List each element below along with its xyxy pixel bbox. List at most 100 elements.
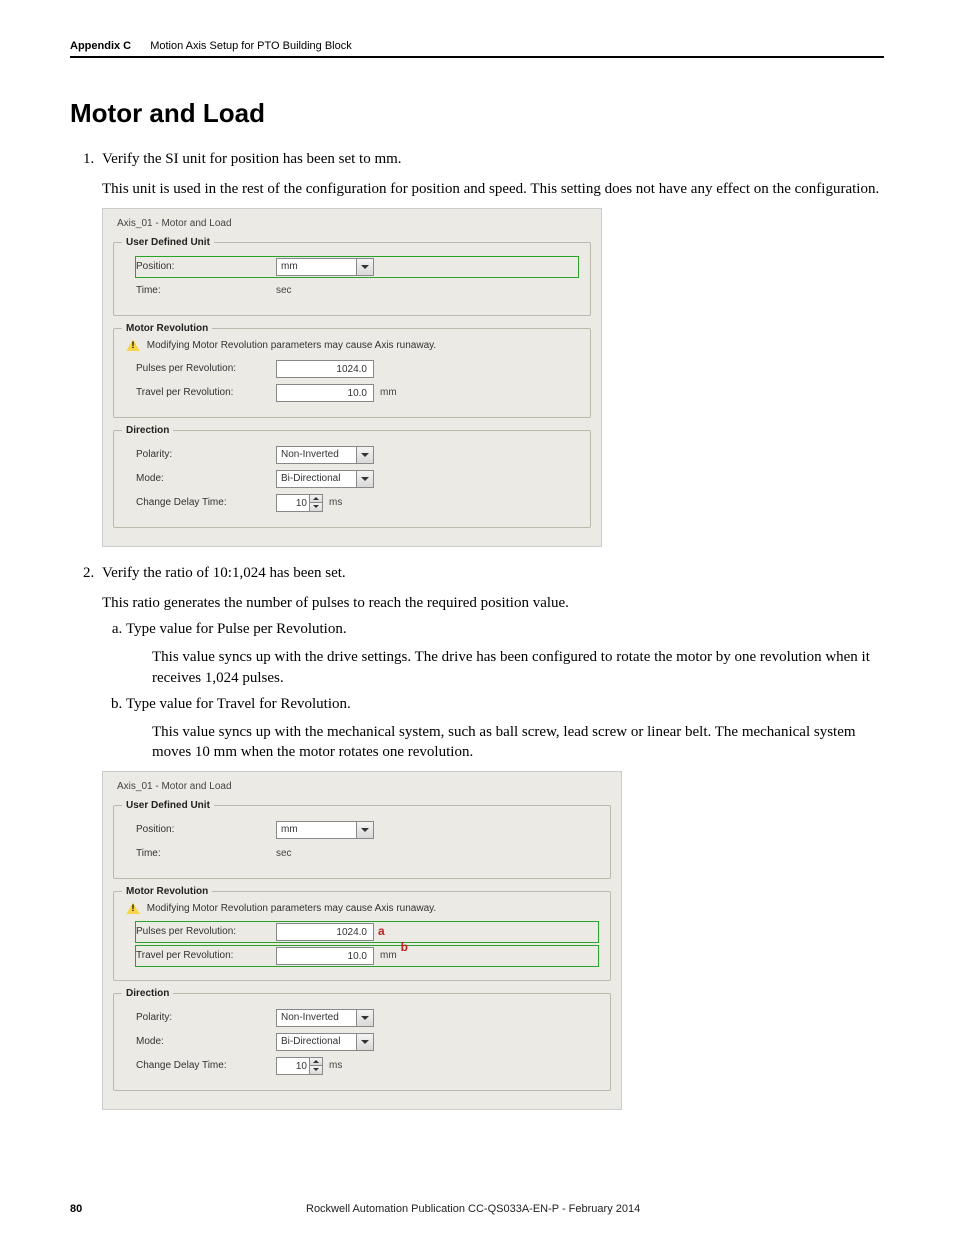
pulses-label: Pulses per Revolution: [136, 362, 276, 376]
time-label: Time: [136, 284, 276, 298]
mode-label: Mode: [136, 1035, 276, 1049]
chevron-down-icon[interactable] [356, 822, 373, 838]
group-motor-revolution: Motor Revolution ! Modifying Motor Revol… [113, 891, 611, 981]
delay-label: Change Delay Time: [136, 1059, 276, 1073]
group-title-mrev: Motor Revolution [122, 885, 212, 899]
time-value: sec [276, 847, 292, 861]
position-label: Position: [136, 260, 276, 274]
spinner-up-icon[interactable] [310, 495, 322, 504]
page-number: 80 [70, 1203, 82, 1215]
group-title-udu: User Defined Unit [122, 799, 214, 813]
delay-label: Change Delay Time: [136, 496, 276, 510]
pulses-row: Pulses per Revolution: 1024.0 [136, 359, 578, 379]
polarity-row: Polarity: Non-Inverted [136, 445, 578, 465]
travel-unit: mm [380, 386, 397, 400]
travel-unit: mm [380, 949, 397, 963]
time-row: Time: sec [136, 281, 578, 301]
page-header: Appendix C Motion Axis Setup for PTO Bui… [70, 40, 884, 58]
chevron-down-icon[interactable] [356, 1010, 373, 1026]
warning-icon: ! [126, 902, 140, 914]
pulses-row: Pulses per Revolution: 1024.0 a [136, 922, 598, 942]
appendix-label: Appendix C [70, 40, 131, 52]
mode-label: Mode: [136, 472, 276, 486]
pulses-input[interactable]: 1024.0 [276, 923, 374, 941]
warning-text: Modifying Motor Revolution parameters ma… [147, 903, 436, 914]
publication-line: Rockwell Automation Publication CC-QS033… [82, 1203, 864, 1215]
panel-title: Axis_01 - Motor and Load [117, 217, 591, 231]
delay-value[interactable]: 10 [276, 494, 310, 512]
group-title-mrev: Motor Revolution [122, 322, 212, 336]
spinner-down-icon[interactable] [310, 503, 322, 511]
delay-spinner[interactable]: 10 [276, 1057, 323, 1075]
delay-spinner[interactable]: 10 [276, 494, 323, 512]
group-title-direction: Direction [122, 424, 173, 438]
travel-label: Travel per Revolution: [136, 386, 276, 400]
group-motor-revolution: Motor Revolution ! Modifying Motor Revol… [113, 328, 591, 418]
time-value: sec [276, 284, 292, 298]
travel-row: Travel per Revolution: 10.0 mm [136, 383, 578, 403]
polarity-select[interactable]: Non-Inverted [276, 1009, 374, 1027]
group-direction: Direction Polarity: Non-Inverted Mode: B… [113, 993, 611, 1091]
position-label: Position: [136, 823, 276, 837]
step-2a: Type value for Pulse per Revolution. Thi… [126, 619, 884, 688]
delay-unit: ms [329, 496, 342, 510]
delay-row: Change Delay Time: 10 ms [136, 1056, 598, 1076]
motor-load-panel-2: Axis_01 - Motor and Load User Defined Un… [102, 771, 622, 1110]
travel-input[interactable]: 10.0 [276, 384, 374, 402]
warning-icon: ! [126, 339, 140, 351]
position-select[interactable]: mm [276, 258, 374, 276]
section-heading: Motor and Load [70, 98, 884, 129]
chevron-down-icon[interactable] [356, 1034, 373, 1050]
polarity-select[interactable]: Non-Inverted [276, 446, 374, 464]
step-2-lead: Verify the ratio of 10:1,024 has been se… [102, 565, 346, 581]
step-2b-desc: This value syncs up with the mechanical … [152, 722, 884, 763]
polarity-row: Polarity: Non-Inverted [136, 1008, 598, 1028]
delay-row: Change Delay Time: 10 ms [136, 493, 578, 513]
delay-value[interactable]: 10 [276, 1057, 310, 1075]
mode-row: Mode: Bi-Directional [136, 1032, 598, 1052]
group-user-defined-unit: User Defined Unit Position: mm Time: sec [113, 242, 591, 316]
travel-label: Travel per Revolution: [136, 949, 276, 963]
group-title-udu: User Defined Unit [122, 236, 214, 250]
chevron-down-icon[interactable] [356, 259, 373, 275]
polarity-select-value: Non-Inverted [281, 448, 339, 462]
warning-row: ! Modifying Motor Revolution parameters … [126, 902, 598, 916]
position-select[interactable]: mm [276, 821, 374, 839]
position-row: Position: mm [136, 257, 578, 277]
spinner-up-icon[interactable] [310, 1058, 322, 1067]
travel-row: Travel per Revolution: 10.0 mm b [136, 946, 598, 966]
step-2b-lead: Type value for Travel for Revolution. [126, 696, 351, 712]
group-user-defined-unit: User Defined Unit Position: mm Time: sec [113, 805, 611, 879]
group-direction: Direction Polarity: Non-Inverted Mode: B… [113, 430, 591, 528]
chevron-down-icon[interactable] [356, 447, 373, 463]
mode-select-value: Bi-Directional [281, 472, 340, 486]
panel-title: Axis_01 - Motor and Load [117, 780, 611, 794]
polarity-select-value: Non-Inverted [281, 1011, 339, 1025]
page-footer: 80 Rockwell Automation Publication CC-QS… [70, 1203, 884, 1215]
mode-select-value: Bi-Directional [281, 1035, 340, 1049]
delay-unit: ms [329, 1059, 342, 1073]
callout-b: b [401, 939, 408, 955]
step-2: Verify the ratio of 10:1,024 has been se… [98, 563, 884, 1110]
chevron-down-icon[interactable] [356, 471, 373, 487]
step-1-lead: Verify the SI unit for position has been… [102, 151, 402, 167]
polarity-label: Polarity: [136, 448, 276, 462]
pulses-label: Pulses per Revolution: [136, 925, 276, 939]
mode-select[interactable]: Bi-Directional [276, 1033, 374, 1051]
step-2a-lead: Type value for Pulse per Revolution. [126, 621, 347, 637]
mode-row: Mode: Bi-Directional [136, 469, 578, 489]
travel-input[interactable]: 10.0 [276, 947, 374, 965]
pulses-input[interactable]: 1024.0 [276, 360, 374, 378]
position-row: Position: mm [136, 820, 598, 840]
step-1: Verify the SI unit for position has been… [98, 149, 884, 547]
position-select-value: mm [281, 260, 298, 274]
mode-select[interactable]: Bi-Directional [276, 470, 374, 488]
spinner-down-icon[interactable] [310, 1066, 322, 1074]
step-1-desc: This unit is used in the rest of the con… [102, 179, 884, 199]
warning-text: Modifying Motor Revolution parameters ma… [147, 340, 436, 351]
warning-row: ! Modifying Motor Revolution parameters … [126, 339, 578, 353]
callout-a: a [378, 923, 385, 939]
polarity-label: Polarity: [136, 1011, 276, 1025]
header-subtitle: Motion Axis Setup for PTO Building Block [150, 40, 352, 52]
step-2a-desc: This value syncs up with the drive setti… [152, 647, 884, 688]
